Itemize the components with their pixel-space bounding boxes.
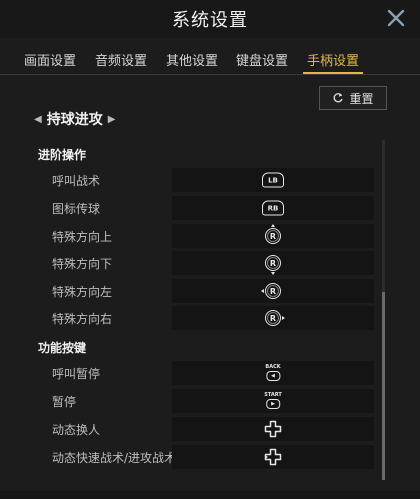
binding-label: 特殊方向上 — [52, 230, 113, 244]
tab-controller[interactable]: 手柄设置 — [302, 50, 364, 74]
binding-slot[interactable]: R — [172, 224, 374, 248]
triangle-left-icon[interactable]: ◀ — [34, 114, 42, 125]
binding-row: 动态快速战术/进攻战术 — [40, 445, 374, 469]
binding-slot[interactable]: R — [172, 279, 374, 303]
section-title-advanced: 进阶操作 — [38, 148, 87, 162]
right-stick-up-icon: R — [265, 224, 281, 244]
binding-label: 特殊方向下 — [52, 257, 113, 271]
binding-label: 特殊方向右 — [52, 312, 113, 326]
binding-row: 动态换人 — [40, 417, 374, 441]
settings-tabs: 画面设置 音频设置 其他设置 键盘设置 手柄设置 — [0, 42, 420, 75]
triangle-right-icon[interactable]: ▶ — [108, 114, 116, 125]
binding-slot[interactable]: R — [172, 306, 374, 330]
title-bar: 系统设置 — [0, 0, 420, 38]
binding-row: 特殊方向下 R — [40, 251, 374, 275]
binding-label: 动态快速战术/进攻战术 — [52, 451, 177, 465]
right-stick-right-icon: R — [265, 310, 285, 326]
tab-other[interactable]: 其他设置 — [166, 50, 218, 72]
close-icon[interactable] — [386, 8, 406, 28]
binding-label: 呼叫战术 — [52, 174, 101, 188]
binding-row: 图标传球 RB — [40, 196, 374, 220]
binding-slot[interactable]: RB — [172, 196, 374, 220]
scheme-selector: ◀ 持球进攻 ▶ — [34, 108, 115, 130]
reset-button[interactable]: 重置 — [319, 86, 387, 110]
rb-button-icon: RB — [262, 200, 284, 216]
binding-slot[interactable]: START ▶ — [172, 389, 374, 413]
binding-label: 呼叫暂停 — [52, 367, 101, 381]
binding-slot[interactable] — [172, 417, 374, 441]
binding-label: 特殊方向左 — [52, 285, 113, 299]
binding-slot[interactable]: LB — [172, 168, 374, 192]
reset-icon — [334, 93, 344, 103]
binding-row: 特殊方向上 R — [40, 224, 374, 248]
dpad-icon — [264, 448, 282, 466]
binding-label: 动态换人 — [52, 423, 101, 437]
section-title-function: 功能按键 — [38, 341, 87, 355]
reset-label: 重置 — [349, 91, 374, 106]
binding-slot[interactable] — [172, 445, 374, 469]
tab-video[interactable]: 画面设置 — [24, 50, 76, 72]
lb-button-icon: LB — [262, 172, 284, 188]
binding-row: 特殊方向右 R — [40, 306, 374, 330]
right-stick-left-icon: R — [261, 283, 281, 299]
binding-row: 呼叫战术 LB — [40, 168, 374, 192]
window-title: 系统设置 — [172, 10, 248, 31]
binding-row: 特殊方向左 R — [40, 279, 374, 303]
back-button-icon: BACK ◀ — [265, 365, 281, 381]
binding-slot[interactable]: BACK ◀ — [172, 361, 374, 385]
binding-label: 暂停 — [52, 395, 77, 409]
scrollbar-thumb[interactable] — [382, 292, 385, 480]
scheme-name: 持球进攻 — [46, 112, 103, 128]
tab-keyboard[interactable]: 键盘设置 — [236, 50, 288, 72]
panel-bottom-edge — [0, 491, 420, 499]
dpad-icon — [264, 420, 282, 438]
right-stick-down-icon: R — [265, 255, 281, 275]
binding-slot[interactable]: R — [172, 251, 374, 275]
tab-audio[interactable]: 音频设置 — [95, 50, 147, 72]
binding-label: 图标传球 — [52, 202, 101, 216]
binding-row: 呼叫暂停 BACK ◀ — [40, 361, 374, 385]
start-button-icon: START ▶ — [264, 393, 282, 409]
binding-row: 暂停 START ▶ — [40, 389, 374, 413]
